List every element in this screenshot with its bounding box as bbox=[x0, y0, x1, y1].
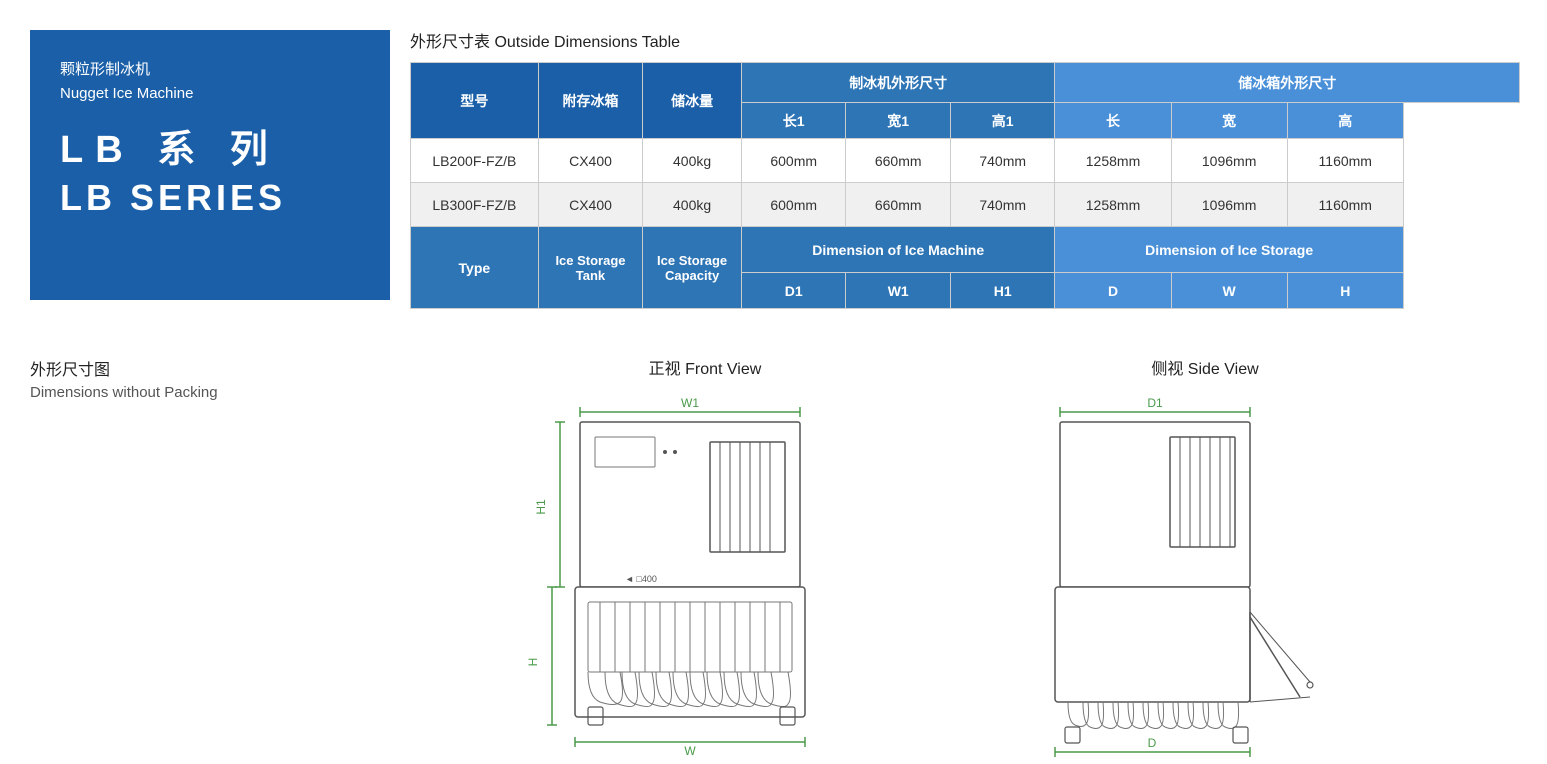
col-d1-en: D1 bbox=[741, 273, 846, 309]
dimensions-table: 型号 附存冰箱 储冰量 制冰机外形尺寸 储冰箱外形尺寸 长1 宽1 高1 长 宽… bbox=[410, 62, 1520, 309]
side-view-svg: D1 bbox=[970, 387, 1440, 757]
svg-text:H: H bbox=[526, 658, 540, 667]
col-ice-storage-en: Dimension of Ice Storage bbox=[1055, 227, 1403, 273]
svg-text:◄ □400: ◄ □400 bbox=[625, 574, 657, 584]
table-title: 外形尺寸表 Outside Dimensions Table bbox=[410, 28, 1520, 52]
dim-label-area: 外形尺寸图 Dimensions without Packing bbox=[30, 356, 218, 401]
col-w-en: W bbox=[1171, 273, 1287, 309]
dim-label-cn: 外形尺寸图 bbox=[30, 356, 218, 380]
col-h1-en: H1 bbox=[950, 273, 1055, 309]
col-w1-en: W1 bbox=[846, 273, 951, 309]
table-section: 外形尺寸表 Outside Dimensions Table 型号 附存冰箱 储… bbox=[410, 28, 1520, 309]
col-w-cn: 宽 bbox=[1171, 103, 1287, 139]
col-h-cn: 高 bbox=[1287, 103, 1403, 139]
col-l1-cn: 长1 bbox=[741, 103, 846, 139]
h1-1: 740mm bbox=[950, 139, 1055, 183]
capacity-2: 400kg bbox=[643, 183, 742, 227]
col-h1-cn: 高1 bbox=[950, 103, 1055, 139]
series-en: LB SERIES bbox=[60, 177, 360, 219]
l-1: 1258mm bbox=[1055, 139, 1171, 183]
svg-text:W: W bbox=[684, 744, 696, 757]
model-1: LB200F-FZ/B bbox=[411, 139, 539, 183]
svg-text:H1: H1 bbox=[534, 499, 548, 515]
series-cn: LB 系 列 bbox=[60, 118, 360, 173]
col-storage-cap-cn: 储冰量 bbox=[643, 63, 742, 139]
capacity-1: 400kg bbox=[643, 139, 742, 183]
dim-label-en: Dimensions without Packing bbox=[30, 384, 218, 401]
tank-2: CX400 bbox=[538, 183, 643, 227]
subtitle-cn: 颗粒形制冰机 bbox=[60, 58, 360, 79]
model-2: LB300F-FZ/B bbox=[411, 183, 539, 227]
h-1: 1160mm bbox=[1287, 139, 1403, 183]
table-row: LB300F-FZ/B CX400 400kg 600mm 660mm 740m… bbox=[411, 183, 1520, 227]
front-view-label: 正视 Front View bbox=[480, 355, 930, 379]
w1-1: 660mm bbox=[846, 139, 951, 183]
col-storage-tank-en: Ice Storage Tank bbox=[538, 227, 643, 309]
w-2: 1096mm bbox=[1171, 183, 1287, 227]
col-ice-storage-cn: 储冰箱外形尺寸 bbox=[1055, 63, 1520, 103]
l1-2: 600mm bbox=[741, 183, 846, 227]
h-2: 1160mm bbox=[1287, 183, 1403, 227]
col-type-cn: 型号 bbox=[411, 63, 539, 139]
side-view-label: 侧视 Side View bbox=[970, 355, 1440, 379]
l1-1: 600mm bbox=[741, 139, 846, 183]
h1-2: 740mm bbox=[950, 183, 1055, 227]
col-w1-cn: 宽1 bbox=[846, 103, 951, 139]
w-1: 1096mm bbox=[1171, 139, 1287, 183]
front-view-section: 正视 Front View W1 H1 ◄ □400 bbox=[480, 355, 930, 762]
col-ice-machine-en: Dimension of Ice Machine bbox=[741, 227, 1055, 273]
side-view-section: 侧视 Side View D1 bbox=[970, 355, 1440, 762]
subtitle-en: Nugget Ice Machine bbox=[60, 85, 360, 102]
table-row: LB200F-FZ/B CX400 400kg 600mm 660mm 740m… bbox=[411, 139, 1520, 183]
svg-text:D1: D1 bbox=[1147, 396, 1163, 410]
col-storage-cap-en: Ice Storage Capacity bbox=[643, 227, 742, 309]
col-l-cn: 长 bbox=[1055, 103, 1171, 139]
tank-1: CX400 bbox=[538, 139, 643, 183]
col-storage-tank-cn: 附存冰箱 bbox=[538, 63, 643, 139]
l-2: 1258mm bbox=[1055, 183, 1171, 227]
col-d-en: D bbox=[1055, 273, 1171, 309]
col-ice-machine-cn: 制冰机外形尺寸 bbox=[741, 63, 1055, 103]
col-h-en: H bbox=[1287, 273, 1403, 309]
w1-2: 660mm bbox=[846, 183, 951, 227]
col-type-en: Type bbox=[411, 227, 539, 309]
svg-text:D: D bbox=[1148, 736, 1157, 750]
svg-text:W1: W1 bbox=[681, 396, 699, 410]
front-view-svg: W1 H1 ◄ □400 bbox=[480, 387, 930, 757]
header-box: 颗粒形制冰机 Nugget Ice Machine LB 系 列 LB SERI… bbox=[30, 30, 390, 300]
